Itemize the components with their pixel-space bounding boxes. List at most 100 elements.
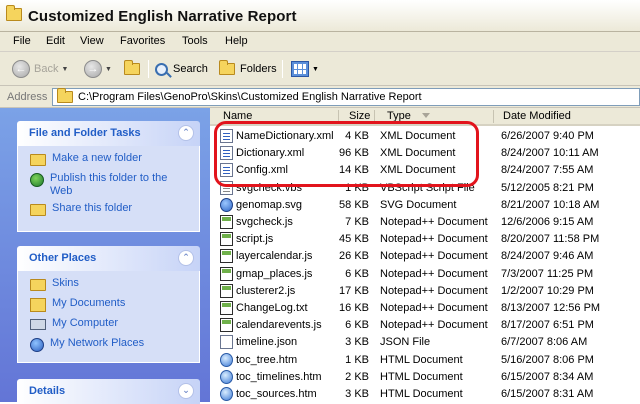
my-computer-icon: [30, 319, 46, 330]
place-skins[interactable]: Skins: [18, 277, 199, 297]
share-folder-icon: [30, 204, 46, 216]
collapse-icon[interactable]: ⌃: [178, 250, 194, 266]
file-size: 7 KB: [345, 216, 369, 228]
views-button[interactable]: ▼: [291, 58, 319, 80]
collapse-icon[interactable]: ⌃: [178, 125, 194, 141]
file-name: layercalendar.js: [236, 250, 313, 263]
menu-tools[interactable]: Tools: [182, 35, 208, 47]
place-my-computer[interactable]: My Computer: [18, 317, 199, 337]
file-date: 7/3/2007 11:25 PM: [501, 267, 594, 280]
file-type: Notepad++ Document: [380, 284, 488, 297]
publish-web-icon: [30, 173, 44, 187]
back-button[interactable]: ← Back ▼: [12, 58, 68, 80]
file-type: Notepad++ Document: [380, 250, 488, 263]
panel-header[interactable]: Details ⌄: [17, 379, 200, 404]
file-type: Notepad++ Document: [380, 267, 488, 280]
file-row[interactable]: layercalendar.js 26 KB Notepad++ Document 8…: [210, 248, 640, 265]
file-row[interactable]: svgcheck.vbs 1 KB VBScript Script File 5/12…: [210, 180, 640, 197]
folder-icon: [30, 279, 46, 291]
file-size: 6 KB: [345, 267, 369, 280]
file-row[interactable]: svgcheck.js 7 KB Notepad++ Document 12/6/20…: [210, 214, 640, 231]
folders-button[interactable]: Folders: [219, 58, 277, 80]
file-type: SVG Document: [380, 198, 457, 211]
file-name: genomap.svg: [236, 198, 303, 211]
file-name: Dictionary.xml: [236, 147, 305, 160]
column-divider[interactable]: [338, 110, 339, 123]
folders-label: Folders: [240, 63, 277, 75]
task-publish-web[interactable]: Publish this folder to the Web: [18, 172, 199, 202]
file-row[interactable]: clusterer2.js 17 KB Notepad++ Document 1/2/…: [210, 283, 640, 300]
chevron-down-icon: ▼: [105, 65, 112, 73]
file-row[interactable]: Dictionary.xml 96 KB XML Document 8/24/2007…: [210, 145, 640, 162]
file-name: script.js: [236, 233, 274, 246]
menu-help[interactable]: Help: [225, 35, 248, 47]
file-type: XML Document: [380, 147, 456, 160]
views-icon: [291, 61, 309, 77]
file-date: 8/21/2007 10:18 AM: [501, 198, 600, 211]
svg-file-icon: [220, 197, 233, 212]
up-folder-button[interactable]: [124, 58, 140, 80]
file-date: 8/24/2007 9:46 AM: [501, 250, 594, 263]
file-row[interactable]: NameDictionary.xml 4 KB XML Document 6/26/2…: [210, 128, 640, 145]
column-divider[interactable]: [374, 110, 375, 123]
column-type[interactable]: Type: [387, 110, 411, 122]
file-name: NameDictionary.xml: [236, 130, 334, 142]
file-size: 1 KB: [345, 353, 369, 366]
file-size: 4 KB: [345, 130, 369, 142]
search-icon: [155, 62, 168, 76]
address-input[interactable]: C:\Program Files\GenoPro\Skins\Customize…: [52, 88, 640, 106]
column-name[interactable]: Name: [223, 110, 252, 122]
menu-favorites[interactable]: Favorites: [120, 35, 165, 47]
file-type: Notepad++ Document: [380, 216, 488, 228]
np-file-icon: [220, 283, 233, 298]
np-file-icon: [220, 232, 233, 247]
file-size: 16 KB: [339, 302, 369, 314]
panel-title: Details: [29, 385, 66, 397]
menu-view[interactable]: View: [80, 35, 104, 47]
place-my-documents[interactable]: My Documents: [18, 297, 199, 317]
np-file-icon: [220, 249, 233, 264]
file-date: 5/16/2007 8:06 PM: [501, 353, 594, 366]
panel-header[interactable]: Other Places ⌃: [17, 246, 200, 271]
file-date: 8/13/2007 12:56 PM: [501, 302, 601, 314]
back-arrow-icon: ←: [12, 60, 30, 78]
panel-header[interactable]: File and Folder Tasks ⌃: [17, 121, 200, 146]
file-row[interactable]: genomap.svg 58 KB SVG Document 8/21/2007 10…: [210, 197, 640, 214]
task-share-folder[interactable]: Share this folder: [18, 202, 199, 222]
file-date: 8/24/2007 10:11 AM: [501, 147, 599, 160]
place-network[interactable]: My Network Places: [18, 337, 199, 357]
file-date: 12/6/2006 9:15 AM: [501, 216, 594, 228]
folder-icon: [6, 5, 22, 21]
expand-icon[interactable]: ⌄: [178, 383, 194, 399]
file-row[interactable]: Config.xml 14 KB XML Document 8/24/2007 7:5…: [210, 162, 640, 179]
menu-file[interactable]: File: [13, 35, 31, 47]
file-row[interactable]: ChangeLog.txt 16 KB Notepad++ Document 8/13…: [210, 300, 640, 317]
address-path: C:\Program Files\GenoPro\Skins\Customize…: [78, 91, 422, 103]
file-row[interactable]: gmap_places.js 6 KB Notepad++ Document 7/3/…: [210, 266, 640, 283]
column-divider[interactable]: [493, 110, 494, 123]
file-type: XML Document: [380, 164, 456, 177]
panel-title: Other Places: [29, 252, 97, 264]
file-size: 17 KB: [339, 284, 369, 297]
file-row[interactable]: toc_tree.htm 1 KB HTML Document 5/16/2007 8…: [210, 352, 640, 369]
column-date-modified[interactable]: Date Modified: [503, 110, 571, 122]
file-size: 1 KB: [345, 181, 369, 194]
file-row[interactable]: toc_timelines.htm 2 KB HTML Document 6/15/2…: [210, 369, 640, 386]
task-make-new-folder[interactable]: Make a new folder: [18, 152, 199, 172]
file-row[interactable]: timeline.json 3 KB JSON File 6/7/2007 8:06 …: [210, 334, 640, 351]
file-folder-tasks-panel: File and Folder Tasks ⌃ Make a new folde…: [17, 121, 200, 232]
menu-edit[interactable]: Edit: [46, 35, 65, 47]
html-file-icon: [220, 369, 233, 384]
file-name: svgcheck.js: [236, 216, 293, 228]
chevron-down-icon: ▼: [312, 65, 319, 73]
file-row[interactable]: script.js 45 KB Notepad++ Document 8/20/200…: [210, 231, 640, 248]
file-row[interactable]: calendarevents.js 6 KB Notepad++ Document 8…: [210, 317, 640, 334]
xml-file-icon: [220, 163, 233, 178]
folders-icon: [219, 60, 235, 75]
search-button[interactable]: Search: [155, 58, 208, 80]
column-size[interactable]: Size: [349, 110, 370, 122]
forward-button[interactable]: → ▼: [84, 58, 112, 80]
file-row[interactable]: toc_sources.htm 3 KB HTML Document 6/15/200…: [210, 386, 640, 403]
file-name: Config.xml: [236, 164, 288, 177]
json-file-icon: [220, 335, 233, 350]
